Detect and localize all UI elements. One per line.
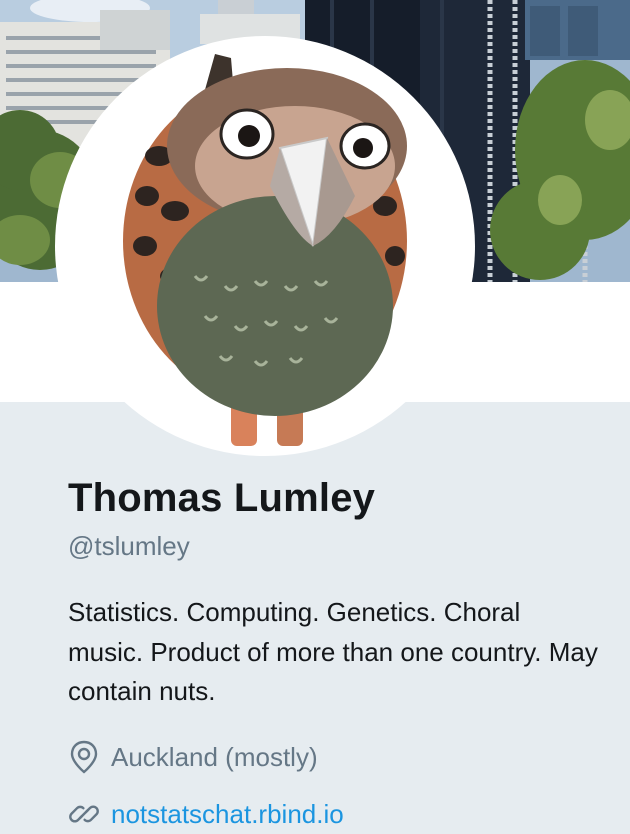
profile-website[interactable]: notstatschat.rbind.io <box>68 797 344 831</box>
location-text: Auckland (mostly) <box>111 741 318 772</box>
profile-bio: Statistics. Computing. Genetics. Choral … <box>68 597 598 706</box>
map-pin-icon <box>68 740 100 774</box>
profile-handle[interactable]: @tslumley <box>68 531 190 562</box>
avatar[interactable] <box>55 36 475 456</box>
link-icon <box>68 797 100 831</box>
profile-name: Thomas Lumley <box>68 476 376 520</box>
website-link[interactable]: notstatschat.rbind.io <box>111 799 344 830</box>
profile-location: Auckland (mostly) <box>68 740 318 774</box>
owl-illustration <box>123 54 407 446</box>
